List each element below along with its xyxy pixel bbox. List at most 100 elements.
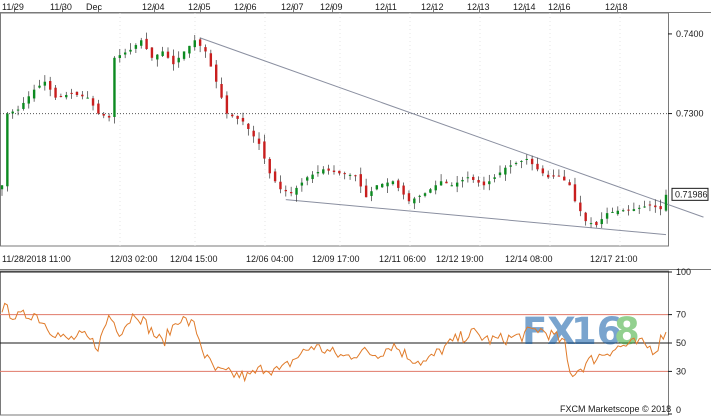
price-panel-frame <box>0 12 669 247</box>
candle-body <box>236 115 239 119</box>
candle-body <box>172 55 175 65</box>
candle-body <box>113 57 116 118</box>
candle-body <box>584 212 587 222</box>
candle-body <box>231 114 234 117</box>
candle-body <box>600 219 603 225</box>
candle-body <box>161 51 164 56</box>
candle-body <box>493 177 496 179</box>
time-axis-label: 12/09 17:00 <box>312 254 360 264</box>
price-tick-label: 0.7400 <box>676 29 704 39</box>
candle-body <box>595 221 598 226</box>
candle-body <box>257 138 261 144</box>
candle-body <box>418 195 421 197</box>
candle-body <box>289 192 293 194</box>
candle-body <box>563 176 566 181</box>
candle-body <box>380 183 384 188</box>
candle-body <box>348 174 352 176</box>
candle-body <box>455 182 459 187</box>
candle-body <box>648 204 652 206</box>
top-date-label: 12/06 <box>234 2 257 12</box>
fx168-watermark: FX 16 8 <box>522 310 640 353</box>
top-date-label: Dec <box>86 2 103 12</box>
candle-body <box>284 189 288 192</box>
candle-body <box>268 158 271 174</box>
candle-body <box>659 206 662 210</box>
candle-body <box>466 177 470 179</box>
candle-body <box>482 181 486 186</box>
candle-body <box>65 94 68 98</box>
top-date-axis: 11/29 11/30 Dec 12/04 12/05 12/06 12/07 12/09 12… <box>0 2 711 13</box>
candle-body <box>654 205 657 208</box>
top-date-label: 12/09 <box>320 2 343 12</box>
time-axis-label: 12/06 04:00 <box>246 254 294 264</box>
candle-body <box>541 168 545 174</box>
candle-body <box>364 185 368 198</box>
time-axis-label: 12/17 21:00 <box>590 254 638 264</box>
candle-body <box>75 91 79 95</box>
candle-body <box>188 45 191 54</box>
copyright-label: FXCM Marketscope © 2018 <box>560 404 671 414</box>
top-date-label: 12/16 <box>548 2 571 12</box>
candle-body <box>616 210 620 215</box>
candle-body <box>70 92 73 94</box>
time-axis-label: 12/04 15:00 <box>170 254 218 264</box>
candle-body <box>643 206 646 208</box>
candle-body <box>359 174 362 187</box>
candle-body <box>140 40 143 46</box>
top-date-label: 12/18 <box>605 2 628 12</box>
candle-body <box>177 57 180 63</box>
candle-body <box>579 202 582 212</box>
candle-body <box>156 54 159 60</box>
candle-body <box>54 87 57 98</box>
candle-body <box>589 223 593 225</box>
candle-body <box>225 95 229 114</box>
candle-body <box>306 177 309 181</box>
candle-body <box>520 160 523 162</box>
candle-body <box>568 182 571 186</box>
time-axis-label: 12/14 08:00 <box>505 254 553 264</box>
candle-body <box>145 38 148 50</box>
candle-body <box>247 123 250 129</box>
candle-body <box>241 117 245 122</box>
top-date-label: 12/13 <box>467 2 490 12</box>
candle-body <box>209 53 213 67</box>
candle-body <box>16 109 20 111</box>
candle-body <box>407 193 411 202</box>
candle-body <box>6 113 9 187</box>
candle-body <box>123 52 127 55</box>
oscillator-tick-label: 70 <box>676 310 686 320</box>
candle-body <box>632 209 636 211</box>
candle-body <box>504 167 507 175</box>
price-panel: 0.7400 0.7300 0.71986 <box>0 12 709 247</box>
candle-body <box>638 207 641 209</box>
candle-body <box>621 210 625 212</box>
candle-body <box>397 180 400 188</box>
oscillator-tick-label: 0 <box>676 405 681 415</box>
candle-body <box>472 176 475 180</box>
candle-body <box>129 49 132 52</box>
candle-body <box>43 81 47 86</box>
candle-body <box>423 193 427 196</box>
candle-body <box>546 174 550 178</box>
candle-body <box>311 174 314 180</box>
time-axis-label: 11/28/2018 11:00 <box>2 254 71 264</box>
candle-body <box>611 211 614 213</box>
candle-body <box>263 141 266 159</box>
candle-body <box>48 81 52 90</box>
candle-body <box>97 103 100 114</box>
top-date-label: 11/30 <box>50 2 72 12</box>
candle-body <box>204 47 207 52</box>
candle-body <box>59 96 63 98</box>
candle-body <box>273 171 277 182</box>
candle-body <box>332 170 336 172</box>
candle-body <box>445 181 448 184</box>
oscillator-tick-label: 50 <box>676 338 686 348</box>
candle-body <box>300 182 304 186</box>
candle-body <box>0 185 4 190</box>
candle-body <box>193 40 196 48</box>
price-tick-label: 0.7300 <box>676 109 704 119</box>
candle-body <box>536 163 539 170</box>
candle-body <box>434 185 437 191</box>
candle-body <box>375 185 379 190</box>
candle-body <box>322 169 325 174</box>
